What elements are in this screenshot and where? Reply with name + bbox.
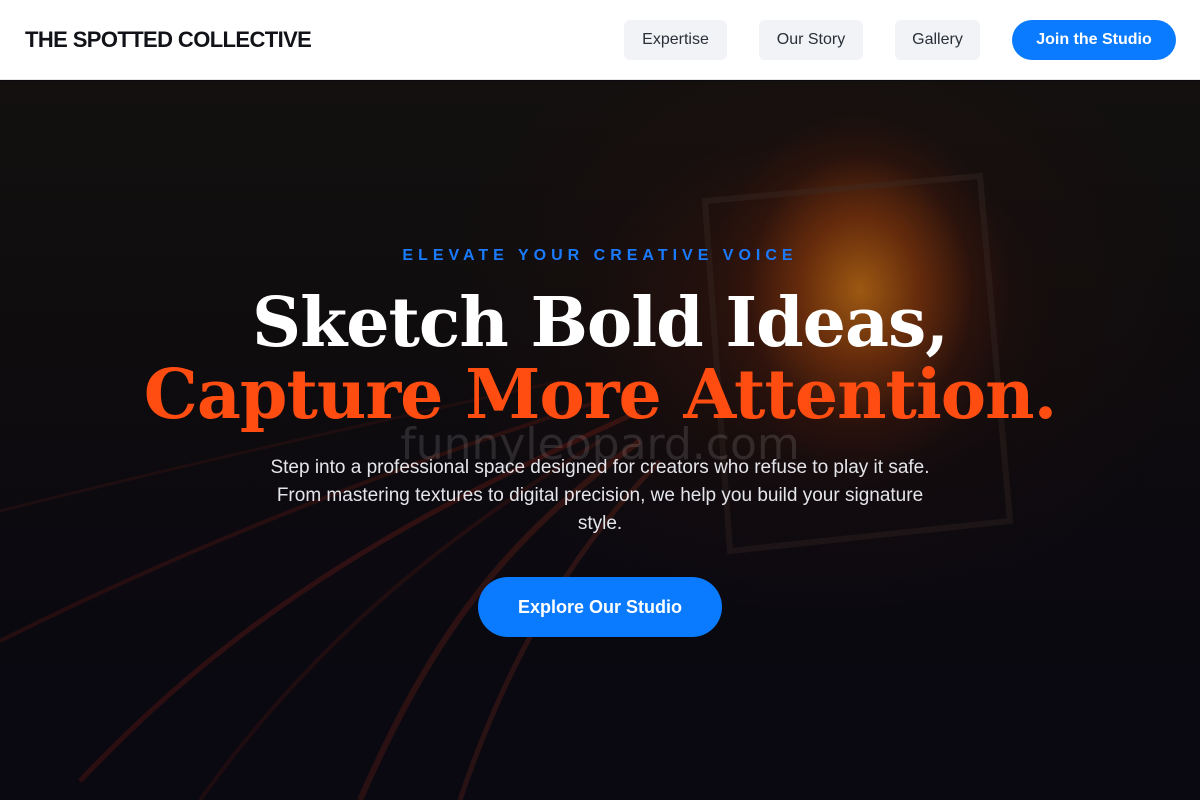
hero-eyebrow: ELEVATE YOUR CREATIVE VOICE	[402, 247, 798, 264]
nav-link-expertise[interactable]: Expertise	[624, 19, 727, 60]
site-header: THE SPOTTED COLLECTIVE Expertise Our Sto…	[0, 0, 1200, 80]
hero-section: ELEVATE YOUR CREATIVE VOICE Sketch Bold …	[0, 81, 1200, 800]
nav-link-gallery[interactable]: Gallery	[895, 19, 980, 60]
headline-line-1: Sketch Bold Ideas,	[252, 283, 949, 363]
brand-logo[interactable]: THE SPOTTED COLLECTIVE	[25, 27, 312, 53]
nav-link-our-story[interactable]: Our Story	[759, 19, 863, 60]
explore-studio-button[interactable]: Explore Our Studio	[478, 577, 722, 637]
main-nav: Expertise Our Story Gallery Join the Stu…	[624, 19, 1176, 60]
hero-content: ELEVATE YOUR CREATIVE VOICE Sketch Bold …	[0, 81, 1200, 800]
join-studio-button[interactable]: Join the Studio	[1012, 19, 1176, 60]
hero-headline: Sketch Bold Ideas, Capture More Attentio…	[0, 287, 1200, 431]
hero-description: Step into a professional space designed …	[270, 457, 930, 534]
